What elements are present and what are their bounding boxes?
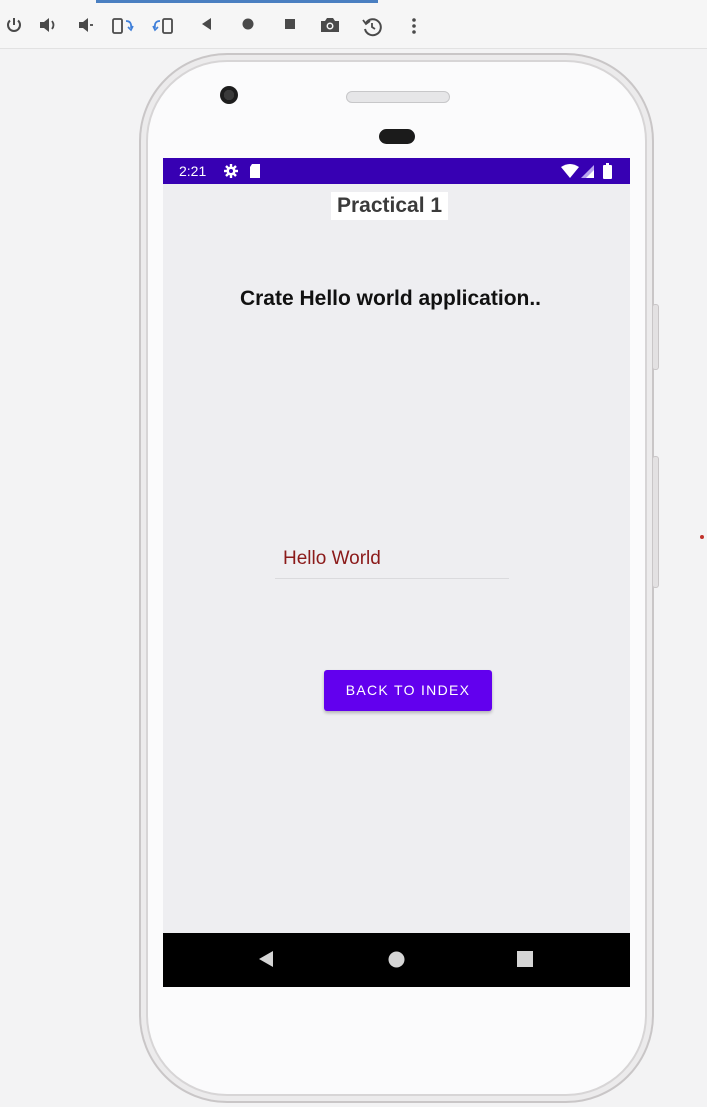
device-screen: 2:21 Practical 1 Crate Hello world appli… xyxy=(163,158,630,987)
back-icon[interactable] xyxy=(196,16,218,38)
status-time: 2:21 xyxy=(179,163,207,179)
side-button-power xyxy=(652,304,659,370)
more-icon[interactable] xyxy=(403,16,425,38)
hello-edit-text-value: Hello World xyxy=(283,548,381,569)
battery-icon xyxy=(603,163,612,184)
snapshot-icon[interactable] xyxy=(361,16,383,38)
settings-icon xyxy=(223,163,239,184)
wifi-icon xyxy=(561,164,579,183)
nav-recents-icon[interactable] xyxy=(517,951,533,972)
hello-edit-text[interactable]: Hello World xyxy=(275,544,509,579)
status-bar: 2:21 xyxy=(163,158,630,184)
navigation-bar xyxy=(163,933,630,987)
volume-up-icon[interactable] xyxy=(37,16,59,38)
loading-indicator xyxy=(96,0,378,3)
page-title: Practical 1 xyxy=(331,192,449,220)
screenshot-icon[interactable] xyxy=(319,16,341,38)
signal-icon xyxy=(581,165,594,183)
edge-marker-dot xyxy=(700,535,704,539)
front-camera xyxy=(220,86,238,104)
side-button-volume xyxy=(652,456,659,588)
nav-back-icon[interactable] xyxy=(258,950,274,973)
earpiece-speaker xyxy=(346,91,450,103)
home-icon[interactable] xyxy=(237,16,259,38)
overview-icon[interactable] xyxy=(279,16,301,38)
sd-card-icon xyxy=(249,163,261,184)
back-to-index-button[interactable]: BACK TO INDEX xyxy=(324,670,492,711)
rotate-right-icon[interactable] xyxy=(151,16,173,38)
heading-text: Crate Hello world application.. xyxy=(239,287,542,310)
volume-down-icon[interactable] xyxy=(75,16,97,38)
emulator-toolbar xyxy=(0,0,707,49)
rotate-left-icon[interactable] xyxy=(111,16,134,38)
power-icon[interactable] xyxy=(3,16,25,38)
nav-home-icon[interactable] xyxy=(388,951,405,973)
proximity-sensor xyxy=(379,129,415,144)
